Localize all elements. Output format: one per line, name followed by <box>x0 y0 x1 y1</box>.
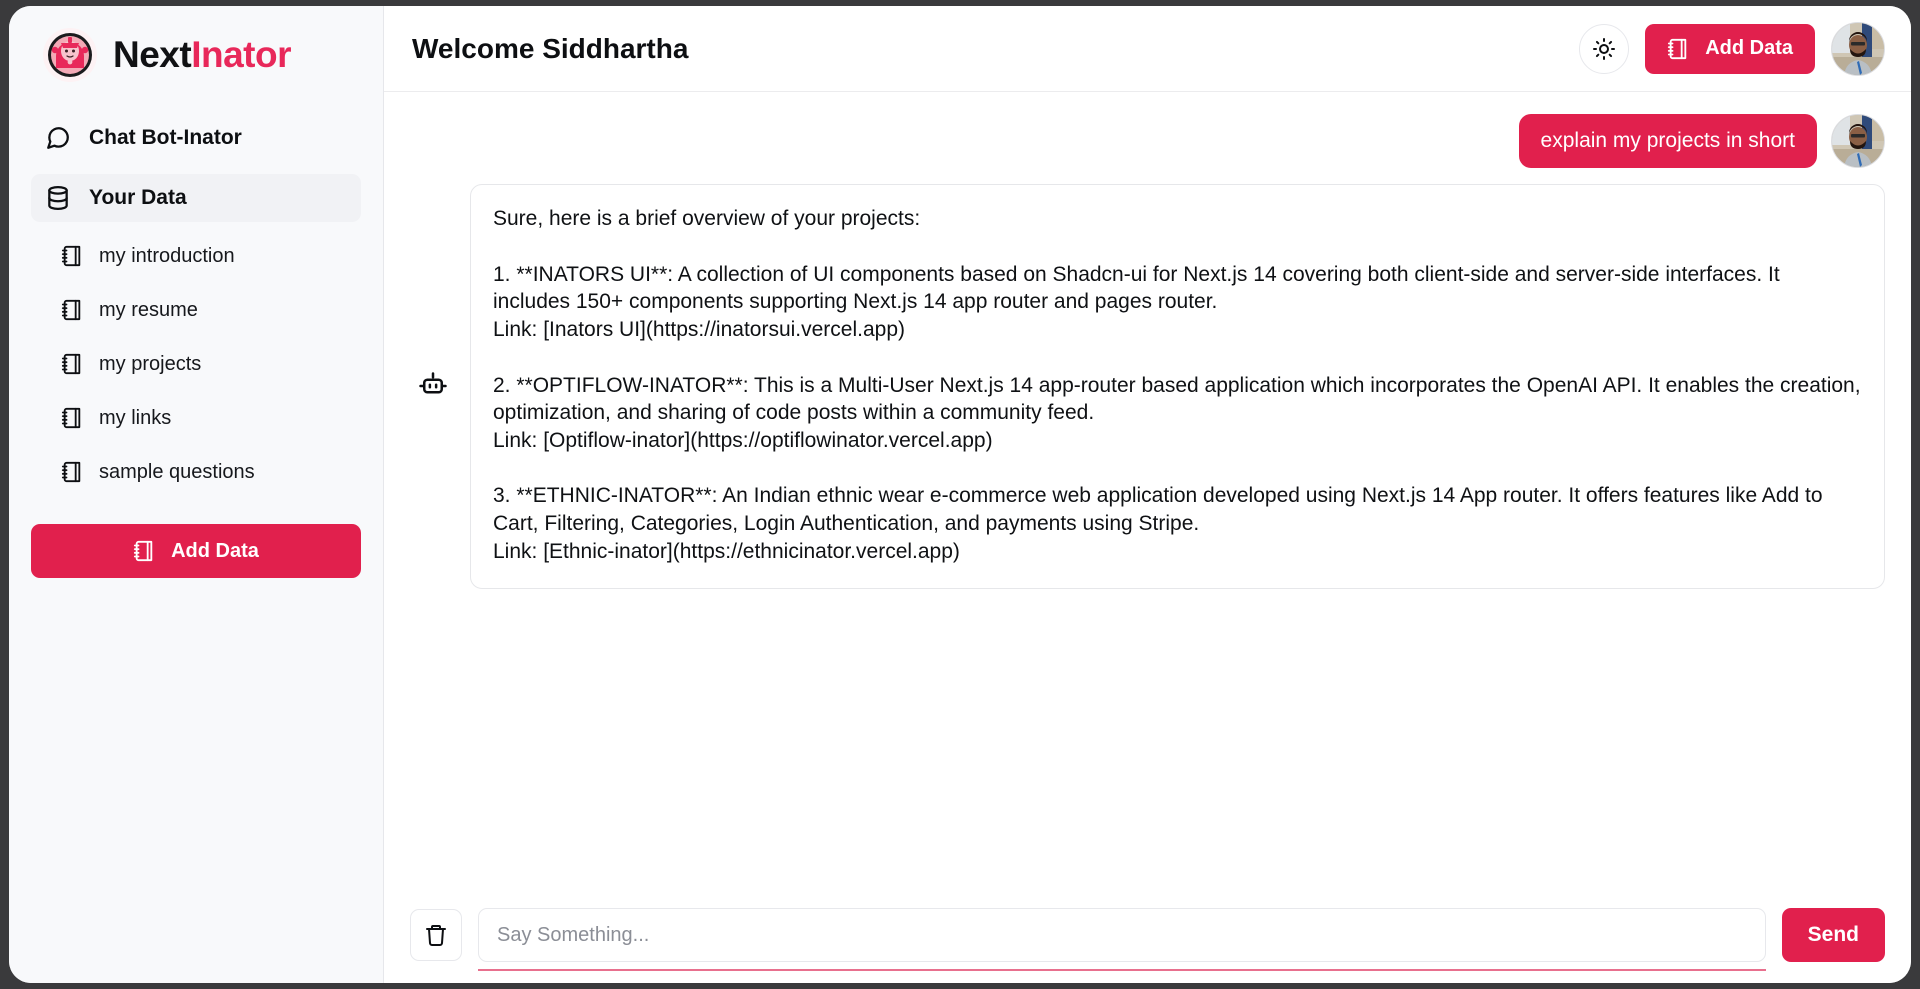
sidebar-subitem-label: sample questions <box>99 461 255 484</box>
app-window: NextInator Chat Bot-Inator <box>9 6 1911 983</box>
notebook-icon <box>133 540 155 562</box>
top-bar: Welcome Siddhartha <box>384 6 1911 92</box>
topbar-add-data-button[interactable]: Add Data <box>1645 24 1815 74</box>
send-button-label: Send <box>1808 923 1859 947</box>
database-icon <box>45 185 71 211</box>
notebook-icon <box>61 299 83 321</box>
sidebar-subitem-label: my resume <box>99 299 198 322</box>
chat-message-user: explain my projects in short <box>410 114 1885 168</box>
bot-message-bubble: Sure, here is a brief overview of your p… <box>470 184 1885 588</box>
robot-avatar-logo-icon <box>43 28 97 82</box>
user-avatar-photo-icon <box>1832 115 1884 167</box>
avatar[interactable] <box>1831 22 1885 76</box>
input-focus-underline <box>478 969 1766 971</box>
sidebar-item-your-data[interactable]: Your Data <box>31 174 361 222</box>
sidebar-subitem-label: my links <box>99 407 171 430</box>
user-avatar-photo-icon <box>1832 23 1884 75</box>
top-bar-actions: Add Data <box>1579 22 1885 76</box>
brand-title-first: Next <box>113 34 191 75</box>
sidebar-add-data-button[interactable]: Add Data <box>31 524 361 578</box>
sidebar-subitem-my-resume[interactable]: my resume <box>55 290 361 330</box>
trash-icon <box>424 923 448 947</box>
theme-toggle-button[interactable] <box>1579 24 1629 74</box>
sidebar: NextInator Chat Bot-Inator <box>9 6 384 983</box>
bot-icon-slot <box>410 371 456 401</box>
sidebar-sub-list: my introduction my resume <box>9 222 383 506</box>
chat-message-bot: Sure, here is a brief overview of your p… <box>410 184 1885 588</box>
chat-scroll-spacer <box>410 589 1885 887</box>
sidebar-subitem-my-projects[interactable]: my projects <box>55 344 361 384</box>
nav-spacer <box>31 162 361 174</box>
sidebar-subitem-my-introduction[interactable]: my introduction <box>55 236 361 276</box>
user-message-bubble: explain my projects in short <box>1519 114 1817 168</box>
sidebar-item-label: Chat Bot-Inator <box>89 126 242 150</box>
chat-input[interactable] <box>478 908 1766 962</box>
notebook-icon <box>61 353 83 375</box>
brand-title-second: Inator <box>191 34 291 75</box>
sidebar-item-label: Your Data <box>89 186 187 210</box>
avatar[interactable] <box>1831 114 1885 168</box>
clear-chat-button[interactable] <box>410 909 462 961</box>
sidebar-subitem-label: my projects <box>99 353 201 376</box>
bot-message-text: Sure, here is a brief overview of your p… <box>493 205 1862 565</box>
sidebar-subitem-label: my introduction <box>99 245 235 268</box>
sidebar-subitem-my-links[interactable]: my links <box>55 398 361 438</box>
sidebar-nav: Chat Bot-Inator Your Data <box>9 104 383 222</box>
main-panel: Welcome Siddhartha <box>384 6 1911 983</box>
chat-area: explain my projects in short <box>384 92 1911 887</box>
send-button[interactable]: Send <box>1782 908 1885 962</box>
sidebar-add-data-label: Add Data <box>171 540 259 563</box>
sidebar-cta-wrap: Add Data <box>9 506 383 578</box>
notebook-icon <box>61 245 83 267</box>
bot-icon <box>418 371 448 401</box>
page-title: Welcome Siddhartha <box>412 33 688 65</box>
notebook-icon <box>61 461 83 483</box>
notebook-icon <box>1667 38 1689 60</box>
sidebar-item-chat-bot-inator[interactable]: Chat Bot-Inator <box>31 114 361 162</box>
brand-title: NextInator <box>113 34 291 76</box>
sun-icon <box>1592 37 1616 61</box>
chat-input-wrap <box>478 908 1766 962</box>
message-square-icon <box>45 125 71 151</box>
brand[interactable]: NextInator <box>9 6 383 104</box>
notebook-icon <box>61 407 83 429</box>
sidebar-subitem-sample-questions[interactable]: sample questions <box>55 452 361 492</box>
topbar-add-data-label: Add Data <box>1705 37 1793 60</box>
message-composer: Send <box>384 887 1911 983</box>
